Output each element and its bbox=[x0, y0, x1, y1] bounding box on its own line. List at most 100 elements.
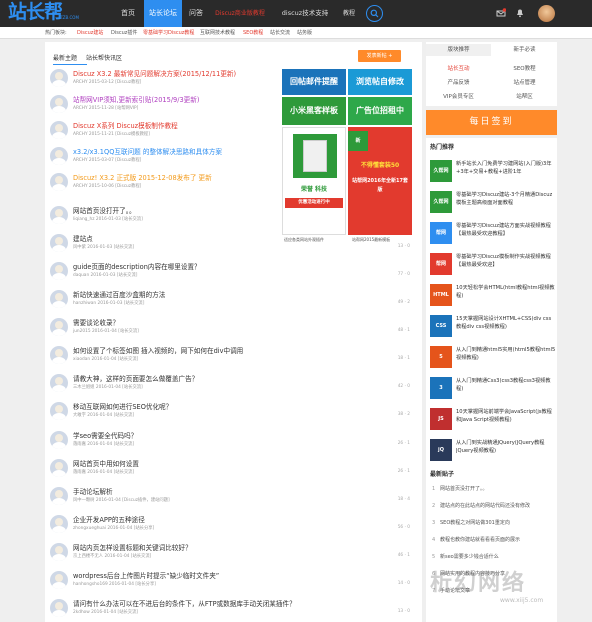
hot-item[interactable]: 3 从入门到精通Css3(css3教程css3视频教程) bbox=[430, 377, 556, 403]
author-avatar[interactable] bbox=[50, 262, 68, 280]
hot-item[interactable]: JS 10天掌握网站前端学会JavaScript(js教程和Java Script… bbox=[430, 408, 556, 434]
post-title[interactable]: 如何设置了个标签如图 插入视频的，网下如何在div中调用 bbox=[73, 345, 243, 355]
post-title[interactable]: Discuz X系列 Discuz模板制作教程 bbox=[73, 120, 178, 130]
board-link[interactable]: Discuz建站 bbox=[77, 27, 103, 39]
latest-title[interactable]: 建站点的在此站点的网站代码还没有修改 bbox=[440, 503, 530, 509]
latest-item[interactable]: 4 教程也教你建站就看看看页面的展示 bbox=[432, 536, 520, 543]
author-avatar[interactable] bbox=[50, 69, 68, 87]
course-title[interactable]: 从入门到实战精通JQuery(JQuery教程JQuery视频教程) bbox=[456, 439, 556, 459]
nav-discuz-support[interactable]: discuz技术支持 bbox=[274, 0, 336, 27]
post-title[interactable]: Discuz X3.2 最新常见问题解决方案(2015/12/11更新) bbox=[73, 68, 236, 78]
daily-signin-button[interactable]: 每日签到 bbox=[426, 110, 557, 135]
hot-item[interactable]: 久帮网 新手站长入门免费学习建网站(入门版)3年+3年+交易+教程+进阶1年 bbox=[430, 160, 556, 186]
ad-email-reminder[interactable]: 回帖邮件提醒 bbox=[282, 69, 346, 95]
post-title[interactable]: 需要谈论收录？ bbox=[73, 317, 119, 327]
course-title[interactable]: 10天掌握网站前端学会JavaScript(js教程和Java Script视频… bbox=[456, 408, 556, 428]
author-avatar[interactable] bbox=[50, 515, 68, 533]
author-avatar[interactable] bbox=[50, 402, 68, 420]
hot-item[interactable]: 5 从入门到精通html5实用(html5教程html5视频教程) bbox=[430, 346, 556, 372]
post-title[interactable]: 学seo需要全代码吗？ bbox=[73, 430, 137, 440]
latest-item[interactable]: 1 网站首页没打开了。。 bbox=[432, 485, 488, 492]
author-avatar[interactable] bbox=[50, 121, 68, 139]
author-avatar[interactable] bbox=[50, 431, 68, 449]
ad-post-edit[interactable]: 浏览帖自修改 bbox=[348, 69, 412, 95]
ad-tech-template[interactable]: 荣誉 科技 优惠活动进行中 bbox=[282, 127, 346, 235]
board-link[interactable]: SEO教程 bbox=[492, 64, 557, 72]
author-avatar[interactable] bbox=[50, 147, 68, 165]
hot-item[interactable]: CSS 15天掌握网站设计XHTML+CSS(div css教程div css视频… bbox=[430, 315, 556, 341]
post-title[interactable]: 新站快速通过百度沙盒期的方法 bbox=[73, 289, 165, 299]
post-title[interactable]: 网站内页怎样设置标题和关键词比较好？ bbox=[73, 542, 192, 552]
nav-forum[interactable]: 站长论坛 bbox=[144, 0, 182, 27]
post-title[interactable]: 网站首页没打开了。。 bbox=[73, 205, 136, 215]
course-title[interactable]: 零基础学习Discuz建站-3个月精通Discuz模板主题高级面对面教程 bbox=[456, 191, 556, 211]
tab-latest[interactable]: 最新主题 bbox=[53, 53, 77, 62]
author-avatar[interactable] bbox=[50, 459, 68, 477]
user-avatar[interactable] bbox=[538, 5, 555, 22]
latest-item[interactable]: 5 新seo需要多少钱合适什么 bbox=[432, 553, 499, 560]
ad-xiaomi-template[interactable]: 小米黑客样板 bbox=[282, 97, 346, 125]
author-avatar[interactable] bbox=[50, 290, 68, 308]
author-avatar[interactable] bbox=[50, 571, 68, 589]
post-title[interactable]: 手动论坛解析 bbox=[73, 486, 113, 496]
post-title[interactable]: x3.2/x3.1QQ互联问题 的整体解决思路和具体方案 bbox=[73, 146, 222, 156]
post-title[interactable]: wordpress后台上传图片时提示“缺少临时文件夹” bbox=[73, 570, 219, 580]
author-avatar[interactable] bbox=[50, 487, 68, 505]
hot-item[interactable]: 帮网 零基础学习Discuz建站方面实战视频教程【最热最受欢迎教程】 bbox=[430, 222, 556, 248]
post-title[interactable]: 企业开发APP的五种途径 bbox=[73, 514, 145, 524]
author-avatar[interactable] bbox=[50, 173, 68, 191]
board-link[interactable]: 站长交流 bbox=[270, 27, 290, 39]
author-avatar[interactable] bbox=[50, 346, 68, 364]
site-logo[interactable]: 站长帮 ZZB.COM bbox=[8, 1, 108, 25]
latest-title[interactable]: 教程也教你建站就看看看页面的展示 bbox=[440, 537, 520, 543]
post-title[interactable]: 请问有什么办法可以在不进后台的条件下，从FTP或数据库手动关闭某插件？ bbox=[73, 598, 296, 608]
course-title[interactable]: 从入门到精通Css3(css3教程css3视频教程) bbox=[456, 377, 556, 397]
message-icon[interactable] bbox=[496, 8, 506, 18]
tab-board-recommend[interactable]: 版块推荐 bbox=[426, 44, 491, 56]
ad-placement-for-rent[interactable]: 广告位招租中 bbox=[348, 97, 412, 125]
board-link[interactable]: SEO教程 bbox=[243, 27, 263, 39]
board-link[interactable]: VIP会员专区 bbox=[426, 92, 491, 100]
ad-template-pack[interactable]: 新 不得懂套装50 站帮网2016年全新17套版 bbox=[348, 127, 412, 235]
tab-news[interactable]: 站长帮快讯区 bbox=[86, 53, 122, 62]
hot-item[interactable]: 帮网 零基础学习Discuz模板制作实战视频教程【最热最受欢迎】 bbox=[430, 253, 556, 279]
board-link[interactable]: 产品反馈 bbox=[426, 78, 491, 86]
post-title[interactable]: 移动互联网如何进行SEO优化呢？ bbox=[73, 401, 172, 411]
latest-item[interactable]: 3 SEO教程之对网站做301重定向 bbox=[432, 519, 510, 526]
course-title[interactable]: 从入门到精通html5实用(html5教程html5视频教程) bbox=[456, 346, 556, 366]
nav-tutorial[interactable]: 教程 bbox=[338, 0, 360, 27]
search-button[interactable] bbox=[366, 5, 383, 22]
author-avatar[interactable] bbox=[50, 599, 68, 617]
nav-qa[interactable]: 问答 bbox=[184, 0, 208, 27]
tab-newbie-guide[interactable]: 新手必读 bbox=[492, 44, 557, 56]
post-title[interactable]: 站帮网VIP须知,更新索引贴(2015/9/3更新) bbox=[73, 94, 199, 104]
post-title[interactable]: 建站点 bbox=[73, 233, 93, 243]
new-post-button[interactable]: 发表新帖 + bbox=[358, 50, 401, 62]
board-link[interactable]: 零基础学习Discuz教程 bbox=[143, 27, 194, 39]
board-link[interactable]: Discuz插件 bbox=[111, 27, 137, 39]
author-avatar[interactable] bbox=[50, 206, 68, 224]
latest-item[interactable]: 2 建站点的在此站点的网站代码还没有修改 bbox=[432, 502, 530, 509]
notification-icon[interactable] bbox=[515, 8, 525, 18]
author-avatar[interactable] bbox=[50, 374, 68, 392]
hot-item[interactable]: 久帮网 零基础学习Discuz建站-3个月精通Discuz模板主题高级面对面教程 bbox=[430, 191, 556, 217]
hot-item[interactable]: jQ 从入门到实战精通JQuery(JQuery教程JQuery视频教程) bbox=[430, 439, 556, 465]
hot-item[interactable]: HTML 10天轻松学会HTML(html教程html视频教程) bbox=[430, 284, 556, 310]
author-avatar[interactable] bbox=[50, 318, 68, 336]
course-title[interactable]: 零基础学习Discuz模板制作实战视频教程【最热最受欢迎】 bbox=[456, 253, 556, 273]
latest-title[interactable]: 网站首页没打开了。。 bbox=[440, 486, 488, 492]
post-title[interactable]: 网站首页中用如何设置 bbox=[73, 458, 139, 468]
nav-home[interactable]: 首页 bbox=[114, 0, 142, 27]
board-link[interactable]: 站务版 bbox=[297, 27, 312, 39]
latest-title[interactable]: SEO教程之对网站做301重定向 bbox=[440, 520, 510, 526]
author-avatar[interactable] bbox=[50, 95, 68, 113]
author-avatar[interactable] bbox=[50, 234, 68, 252]
course-title[interactable]: 10天轻松学会HTML(html教程html视频教程) bbox=[456, 284, 556, 304]
latest-title[interactable]: 新seo需要多少钱合适什么 bbox=[440, 554, 499, 560]
author-avatar[interactable] bbox=[50, 543, 68, 561]
course-title[interactable]: 零基础学习Discuz建站方面实战视频教程【最热最受欢迎教程】 bbox=[456, 222, 556, 242]
nav-discuz-course[interactable]: Discuz商业版教程 bbox=[210, 0, 270, 27]
post-title[interactable]: guide页面的description内容在哪里设置？ bbox=[73, 261, 201, 271]
course-title[interactable]: 新手站长入门免费学习建网站(入门版)3年+3年+交易+教程+进阶1年 bbox=[456, 160, 556, 180]
board-link[interactable]: 站帮区 bbox=[492, 92, 557, 100]
